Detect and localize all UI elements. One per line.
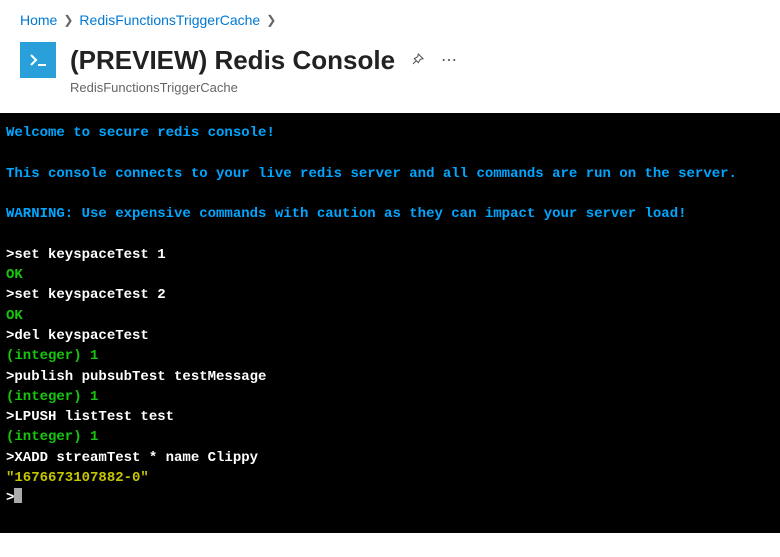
- console-icon: [20, 42, 56, 78]
- cursor-icon: [14, 488, 22, 503]
- console-intro: This console connects to your live redis…: [6, 164, 774, 184]
- console-command: >LPUSH listTest test: [6, 407, 774, 427]
- console-command: >del keyspaceTest: [6, 326, 774, 346]
- chevron-right-icon: ❯: [266, 13, 276, 27]
- console-command: >publish pubsubTest testMessage: [6, 367, 774, 387]
- console-response: OK: [6, 265, 774, 285]
- page-title: (PREVIEW) Redis Console: [70, 45, 395, 76]
- chevron-right-icon: ❯: [63, 13, 73, 27]
- more-icon[interactable]: ⋯: [441, 50, 457, 70]
- console-response: (integer) 1: [6, 387, 774, 407]
- console-output: >set keyspaceTest 1OK>set keyspaceTest 2…: [6, 245, 774, 489]
- console-command: >set keyspaceTest 1: [6, 245, 774, 265]
- console-prompt[interactable]: >: [6, 488, 774, 508]
- pin-icon[interactable]: [409, 52, 425, 68]
- redis-console[interactable]: Welcome to secure redis console! This co…: [0, 113, 780, 533]
- console-warning: WARNING: Use expensive commands with cau…: [6, 204, 774, 224]
- breadcrumb-home[interactable]: Home: [20, 12, 57, 28]
- console-command: >set keyspaceTest 2: [6, 285, 774, 305]
- console-intro: Welcome to secure redis console!: [6, 123, 774, 143]
- page-subtitle: RedisFunctionsTriggerCache: [70, 80, 760, 95]
- breadcrumb-resource[interactable]: RedisFunctionsTriggerCache: [79, 12, 260, 28]
- console-command: >XADD streamTest * name Clippy: [6, 448, 774, 468]
- console-response: (integer) 1: [6, 346, 774, 366]
- console-response: OK: [6, 306, 774, 326]
- console-response: "1676673107882-0": [6, 468, 774, 488]
- breadcrumb: Home ❯ RedisFunctionsTriggerCache ❯: [20, 12, 760, 28]
- console-response: (integer) 1: [6, 427, 774, 447]
- title-row: (PREVIEW) Redis Console ⋯: [20, 42, 760, 78]
- header-area: Home ❯ RedisFunctionsTriggerCache ❯ (PRE…: [0, 0, 780, 113]
